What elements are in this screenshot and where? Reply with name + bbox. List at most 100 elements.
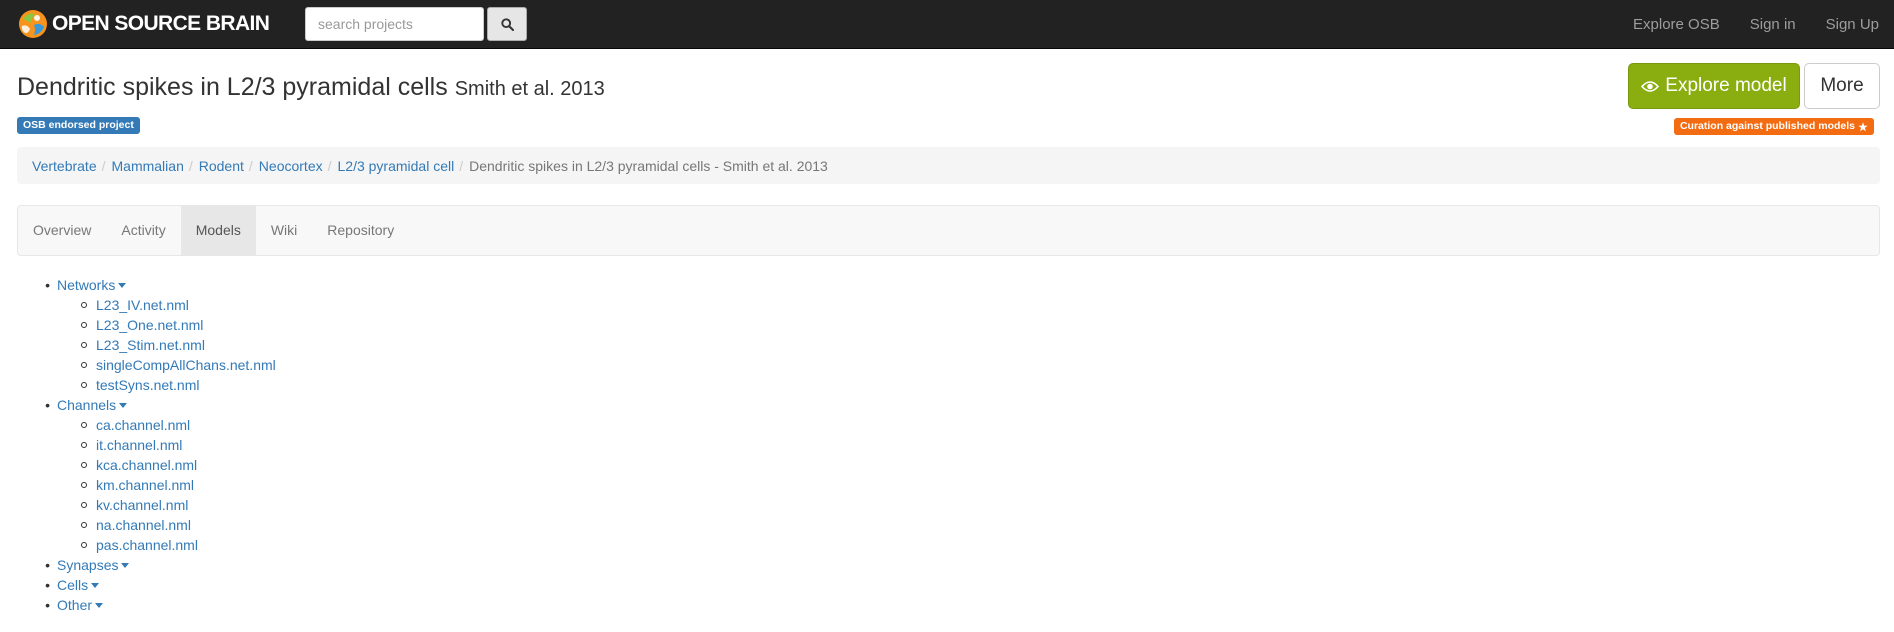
tab-models[interactable]: Models	[180, 206, 256, 255]
curation-badge-label: Curation against published models	[1679, 120, 1855, 132]
list-item: kv.channel.nml	[17, 495, 276, 515]
navbar-links: Explore OSB Sign in Sign Up	[1618, 0, 1894, 49]
model-file-link[interactable]: km.channel.nml	[96, 475, 194, 495]
list-item: • Networks	[17, 275, 276, 295]
star-icon	[1858, 121, 1868, 131]
tab-repository[interactable]: Repository	[312, 206, 409, 255]
list-item: L23_IV.net.nml	[17, 295, 276, 315]
list-item: • Synapses	[17, 555, 276, 575]
breadcrumb-l23-pyramidal-cell[interactable]: L2/3 pyramidal cell	[338, 158, 455, 174]
list-item: kca.channel.nml	[17, 455, 276, 475]
group-cells[interactable]: Cells	[57, 575, 100, 595]
breadcrumb-vertebrate[interactable]: Vertebrate	[32, 158, 97, 174]
group-other[interactable]: Other	[57, 595, 104, 615]
models-tree: • Networks L23_IV.net.nml L23_One.net.nm…	[17, 275, 276, 615]
bullet: •	[45, 397, 50, 413]
list-item: • Channels	[17, 395, 276, 415]
circle-bullet	[81, 462, 87, 468]
group-label: Channels	[57, 397, 117, 413]
list-item: na.channel.nml	[17, 515, 276, 535]
model-file-link[interactable]: kca.channel.nml	[96, 455, 197, 475]
brand-name: OPEN SOURCE BRAIN	[52, 12, 270, 35]
tab-overview[interactable]: Overview	[18, 206, 106, 255]
endorsed-badge: OSB endorsed project	[17, 117, 140, 134]
list-item: singleCompAllChans.net.nml	[17, 355, 276, 375]
breadcrumb-current: Dendritic spikes in L2/3 pyramidal cells…	[469, 157, 828, 174]
breadcrumb-separator: /	[248, 157, 253, 174]
top-navbar: OPEN SOURCE BRAIN Explore OSB Sign in Si…	[0, 0, 1894, 49]
model-file-link[interactable]: kv.channel.nml	[96, 495, 188, 515]
nav-sign-up[interactable]: Sign Up	[1811, 0, 1894, 49]
explore-model-button[interactable]: Explore model	[1628, 63, 1800, 109]
project-tabs: Overview Activity Models Wiki Repository	[17, 205, 1880, 256]
circle-bullet	[81, 322, 87, 328]
nav-sign-in[interactable]: Sign in	[1735, 0, 1811, 49]
circle-bullet	[81, 422, 87, 428]
group-label: Synapses	[57, 557, 119, 573]
model-file-link[interactable]: L23_One.net.nml	[96, 315, 203, 335]
circle-bullet	[81, 362, 87, 368]
model-file-link[interactable]: pas.channel.nml	[96, 535, 198, 555]
more-button[interactable]: More	[1804, 63, 1880, 109]
list-item: ca.channel.nml	[17, 415, 276, 435]
list-item: • Cells	[17, 575, 276, 595]
model-file-link[interactable]: L23_IV.net.nml	[96, 295, 189, 315]
group-label: Cells	[57, 577, 89, 593]
project-title: Dendritic spikes in L2/3 pyramidal cells	[17, 73, 448, 101]
caret-down-icon	[118, 282, 127, 288]
circle-bullet	[81, 302, 87, 308]
group-label: Other	[57, 597, 93, 613]
model-file-link[interactable]: na.channel.nml	[96, 515, 191, 535]
circle-bullet	[81, 502, 87, 508]
bullet: •	[45, 557, 50, 573]
circle-bullet	[81, 482, 87, 488]
curation-badge[interactable]: Curation against published models	[1673, 118, 1874, 135]
model-file-link[interactable]: singleCompAllChans.net.nml	[96, 355, 276, 375]
circle-bullet	[81, 442, 87, 448]
bullet: •	[45, 577, 50, 593]
group-label: Networks	[57, 277, 116, 293]
list-item: km.channel.nml	[17, 475, 276, 495]
search-button[interactable]	[487, 7, 527, 41]
breadcrumb-separator: /	[459, 157, 464, 174]
caret-down-icon	[119, 402, 128, 408]
group-channels[interactable]: Channels	[57, 395, 128, 415]
bullet: •	[45, 597, 50, 613]
breadcrumb-mammalian[interactable]: Mammalian	[112, 158, 184, 174]
list-item: testSyns.net.nml	[17, 375, 276, 395]
page-title: Dendritic spikes in L2/3 pyramidal cells…	[17, 72, 605, 104]
brand[interactable]: OPEN SOURCE BRAIN	[18, 9, 270, 39]
breadcrumb-separator: /	[327, 157, 332, 174]
list-item: pas.channel.nml	[17, 535, 276, 555]
group-synapses[interactable]: Synapses	[57, 555, 130, 575]
bullet: •	[45, 277, 50, 293]
model-file-link[interactable]: L23_Stim.net.nml	[96, 335, 205, 355]
explore-model-label: Explore model	[1665, 75, 1787, 96]
list-item: L23_One.net.nml	[17, 315, 276, 335]
breadcrumb-separator: /	[188, 157, 193, 174]
circle-bullet	[81, 382, 87, 388]
circle-bullet	[81, 342, 87, 348]
caret-down-icon	[91, 582, 100, 588]
model-file-link[interactable]: it.channel.nml	[96, 435, 182, 455]
caret-down-icon	[121, 562, 130, 568]
model-file-link[interactable]: ca.channel.nml	[96, 415, 190, 435]
osb-logo-icon	[19, 10, 47, 38]
caret-down-icon	[95, 602, 104, 608]
search-icon	[500, 17, 514, 31]
eye-icon	[1641, 80, 1660, 92]
breadcrumb-separator: /	[101, 157, 106, 174]
tab-wiki[interactable]: Wiki	[256, 206, 312, 255]
project-citation: Smith et al. 2013	[454, 78, 605, 100]
breadcrumb-neocortex[interactable]: Neocortex	[259, 158, 323, 174]
circle-bullet	[81, 522, 87, 528]
model-file-link[interactable]: testSyns.net.nml	[96, 375, 200, 395]
search-input[interactable]	[305, 7, 484, 41]
circle-bullet	[81, 542, 87, 548]
tab-activity[interactable]: Activity	[106, 206, 180, 255]
breadcrumb-rodent[interactable]: Rodent	[199, 158, 244, 174]
list-item: it.channel.nml	[17, 435, 276, 455]
group-networks[interactable]: Networks	[57, 275, 127, 295]
nav-explore-osb[interactable]: Explore OSB	[1618, 0, 1735, 49]
breadcrumb: Vertebrate / Mammalian / Rodent / Neocor…	[17, 147, 1880, 184]
